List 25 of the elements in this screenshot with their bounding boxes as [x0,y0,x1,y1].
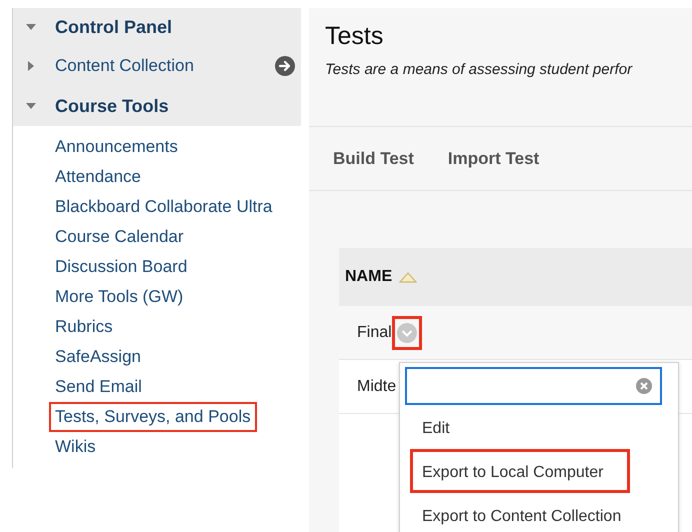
sidebar-item[interactable]: Tests, Surveys, and Pools [49,402,257,432]
sidebar-item[interactable]: More Tools (GW) [13,282,301,312]
page-description: Tests are a means of assessing student perfor [325,61,634,78]
arrow-circle-icon[interactable] [275,56,295,76]
sidebar-item[interactable]: Discussion Board [13,252,301,282]
sidebar-item[interactable]: Rubrics [13,312,301,342]
menu-item[interactable]: Export to Local Computer [410,449,630,493]
menu-toggle-button[interactable] [392,316,422,350]
table-cell: Midte [357,378,396,396]
page-title: Tests [325,22,384,51]
sidebar-item[interactable]: Announcements [13,132,301,162]
action-button[interactable]: Build Test [333,148,414,168]
sidebar-item[interactable]: SafeAssign [13,342,301,372]
sidebar-item[interactable]: Blackboard Collaborate Ultra [13,192,301,222]
menu-item[interactable]: Export to Content Collection [410,493,630,532]
sidebar-item[interactable]: Send Email [13,372,301,402]
menu-item[interactable]: Edit [410,405,630,449]
search-field[interactable] [405,367,662,405]
table-cell: Final [357,324,392,342]
column-header[interactable]: NAME [345,268,392,286]
sidebar-item[interactable]: Wikis [13,432,301,462]
sidebar-item[interactable]: Course Calendar [13,222,301,252]
clear-icon[interactable] [636,378,652,394]
action-button[interactable]: Import Test [448,148,540,168]
sidebar-item[interactable]: Attendance [13,162,301,192]
